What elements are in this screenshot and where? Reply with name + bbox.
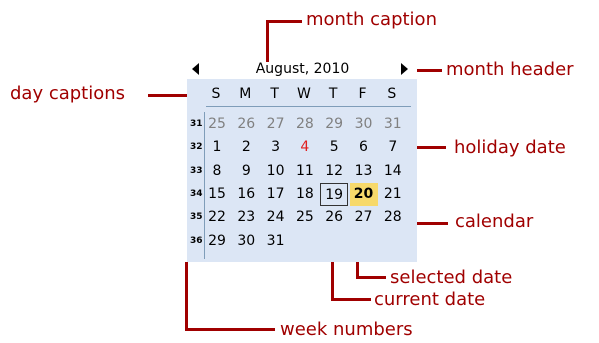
selected-date-annotation: selected date — [390, 267, 513, 288]
day-cell[interactable]: 28 — [379, 206, 407, 229]
day-cell[interactable]: 27 — [350, 206, 378, 229]
holiday-date-annotation: holiday date — [454, 137, 566, 158]
current-date-annotation: current date — [374, 289, 486, 310]
month-caption-leader-v — [266, 20, 269, 62]
day-cell[interactable]: 29 — [203, 230, 231, 253]
day-cell[interactable]: 14 — [379, 160, 407, 183]
day-cell[interactable]: 31 — [262, 230, 290, 253]
day-cell[interactable]: 6 — [350, 136, 378, 159]
day-cell[interactable]: 11 — [291, 160, 319, 183]
calendar-annotation: calendar — [455, 211, 534, 232]
week-numbers-leader-v — [185, 262, 188, 331]
day-caption: M — [239, 86, 252, 102]
day-cell[interactable]: 9 — [232, 160, 260, 183]
day-cell[interactable]: 10 — [262, 160, 290, 183]
week-number: 31 — [190, 119, 203, 129]
day-cell[interactable]: 21 — [379, 183, 407, 206]
week-numbers-leader-h — [185, 328, 275, 331]
other-month-day-cell[interactable]: 31 — [379, 113, 407, 136]
day-cell[interactable]: 13 — [350, 160, 378, 183]
day-cell[interactable]: 12 — [320, 160, 348, 183]
day-cell[interactable]: 22 — [203, 206, 231, 229]
week-numbers-annotation: week numbers — [280, 319, 413, 340]
other-month-day-cell[interactable]: 30 — [350, 113, 378, 136]
current-date-cell[interactable]: 19 — [320, 182, 349, 206]
other-month-day-cell[interactable]: 29 — [320, 113, 348, 136]
day-cell[interactable]: 26 — [320, 206, 348, 229]
day-cell[interactable]: 3 — [262, 136, 290, 159]
month-header-annotation: month header — [446, 59, 574, 80]
day-cell[interactable]: 2 — [232, 136, 260, 159]
day-caption: T — [328, 86, 338, 102]
day-cell[interactable]: 18 — [291, 183, 319, 206]
month-caption-leader-h — [266, 20, 302, 23]
day-caption: W — [296, 86, 311, 102]
day-cell[interactable]: 15 — [203, 183, 231, 206]
selected-leader-h — [356, 276, 386, 279]
week-number: 36 — [190, 235, 203, 246]
day-caption: S — [387, 86, 397, 102]
selected-date-cell[interactable]: 20 — [349, 182, 378, 206]
month-caption: August, 2010 — [255, 61, 350, 77]
day-cell[interactable]: 25 — [291, 206, 319, 229]
other-month-day-cell[interactable]: 28 — [291, 113, 319, 136]
current-leader-h — [331, 298, 371, 301]
day-caption: F — [358, 86, 367, 102]
week-number: 33 — [190, 165, 203, 176]
next-month-arrow-icon[interactable] — [401, 63, 408, 75]
other-month-day-cell[interactable]: 26 — [232, 113, 260, 136]
day-cell[interactable]: 17 — [262, 183, 290, 206]
week-number: 34 — [190, 188, 203, 199]
day-cell[interactable]: 8 — [203, 160, 231, 183]
day-cell[interactable]: 16 — [232, 183, 260, 206]
day-caption: S — [211, 86, 221, 102]
day-caption: T — [270, 86, 279, 102]
day-cell[interactable]: 1 — [203, 136, 231, 159]
day-cell[interactable]: 7 — [379, 136, 407, 159]
week-number: 35 — [190, 212, 203, 223]
month-header-leader — [417, 69, 442, 72]
day-cell[interactable]: 30 — [232, 230, 260, 253]
other-month-day-cell[interactable]: 25 — [203, 113, 231, 136]
day-cell[interactable]: 24 — [262, 206, 290, 229]
month-caption-annotation: month caption — [306, 9, 437, 30]
holiday-date-cell[interactable]: 4 — [291, 136, 319, 159]
day-captions-divider — [206, 106, 411, 107]
day-cell[interactable]: 5 — [320, 136, 348, 159]
other-month-day-cell[interactable]: 27 — [262, 113, 290, 136]
day-captions-annotation: day captions — [10, 83, 126, 104]
week-number: 32 — [190, 142, 203, 153]
day-cell[interactable]: 23 — [232, 206, 260, 229]
